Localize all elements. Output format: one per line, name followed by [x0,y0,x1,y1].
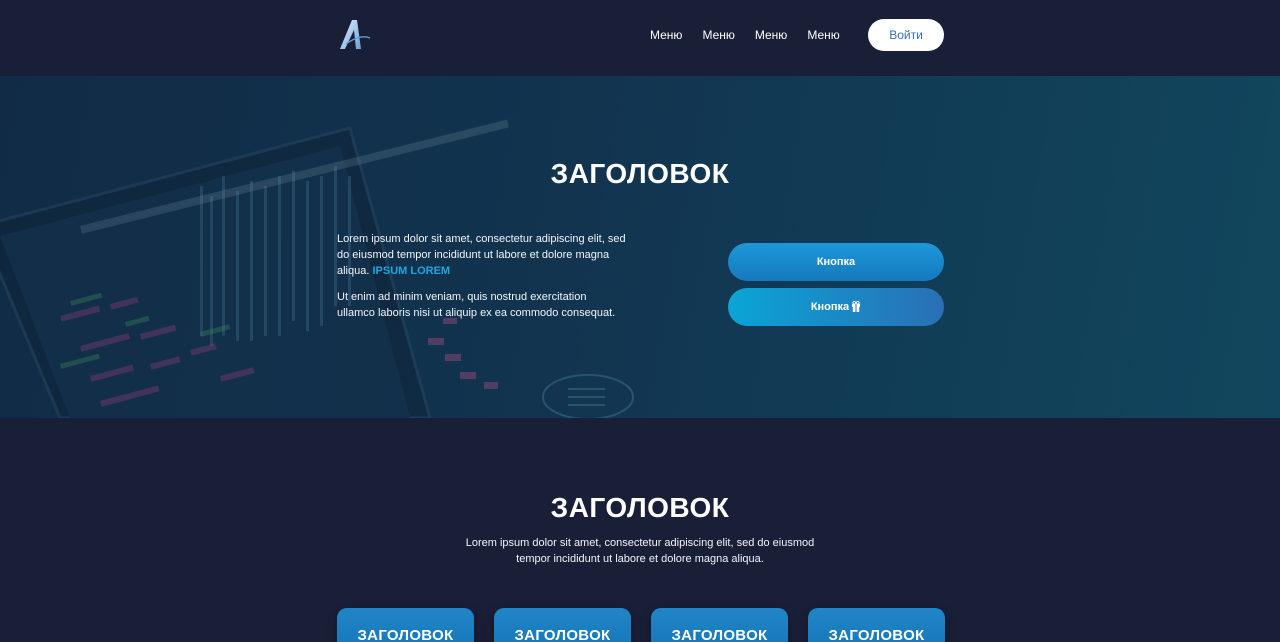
nav-item-menu-2[interactable]: Меню [702,26,734,44]
hero-text: Lorem ipsum dolor sit amet, consectetur … [337,231,627,321]
hero-section: ЗАГОЛОВОК Lorem ipsum dolor sit amet, co… [0,76,1280,418]
hero-secondary-button[interactable]: Кнопка [728,288,944,326]
hero-paragraph-2: Ut enim ad minim veniam, quis nostrud ex… [337,291,616,319]
nav-item-menu-3[interactable]: Меню [755,26,787,44]
header: Меню Меню Меню Меню Войти [0,0,1280,76]
nav-item-menu-1[interactable]: Меню [650,26,682,44]
hero-primary-button-label: Кнопка [816,256,856,268]
hero-paragraph-1: Lorem ipsum dolor sit amet, consectetur … [337,231,627,279]
card[interactable]: ЗАГОЛОВОК [808,608,945,642]
card-title: ЗАГОЛОВОК [357,627,454,642]
hero-title: ЗАГОЛОВОК [550,158,730,189]
gift-icon [851,290,861,328]
card[interactable]: ЗАГОЛОВОК [494,608,631,642]
nav-item-menu-4[interactable]: Меню [807,26,839,44]
hero-primary-button[interactable]: Кнопка [728,243,944,281]
section-title: ЗАГОЛОВОК [550,492,730,523]
main-nav: Меню Меню Меню Меню [650,26,840,44]
card-list: ЗАГОЛОВОК ЗАГОЛОВОК ЗАГОЛОВОК ЗАГОЛОВОК [337,608,945,642]
hero-secondary-button-label: Кнопка [810,301,850,313]
card[interactable]: ЗАГОЛОВОК [337,608,474,642]
logo-a-icon[interactable] [334,16,374,56]
hero-link[interactable]: IPSUM LOREM [372,265,450,277]
card-title: ЗАГОЛОВОК [828,627,925,642]
hero-background-image [0,76,1280,418]
card-title: ЗАГОЛОВОК [514,627,611,642]
card-title: ЗАГОЛОВОК [671,627,768,642]
login-button[interactable]: Войти [868,19,944,51]
card[interactable]: ЗАГОЛОВОК [651,608,788,642]
section-description: Lorem ipsum dolor sit amet, consectetur … [465,537,815,565]
